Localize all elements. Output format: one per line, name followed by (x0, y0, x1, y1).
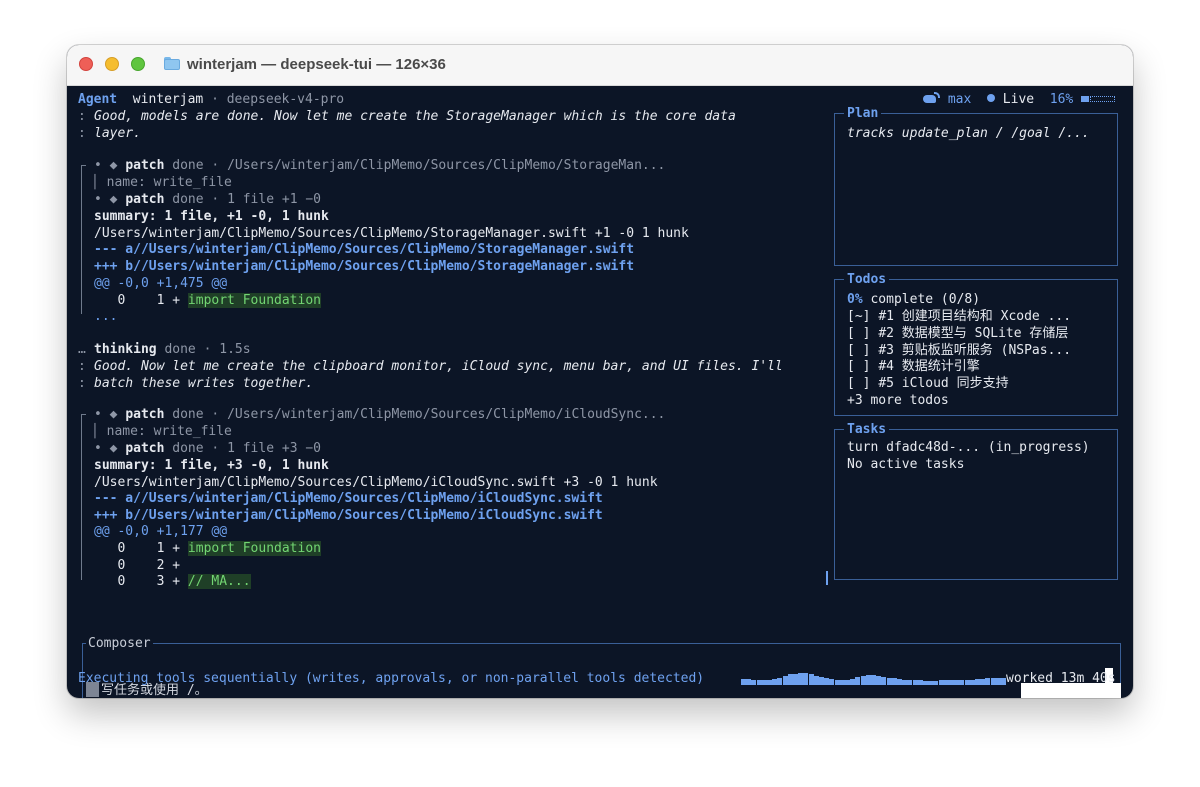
patch-file-line: /Users/winterjam/ClipMemo/Sources/ClipMe… (94, 226, 689, 241)
diff-minus-header: --- a//Users/winterjam/ClipMemo/Sources/… (94, 242, 635, 257)
header-left: Agent winterjam · deepseek-v4-pro (78, 92, 345, 107)
patch-path: /Users/winterjam/ClipMemo/Sources/ClipMe… (227, 407, 666, 422)
close-button[interactable] (79, 57, 93, 71)
header-right: max Live 16% (923, 91, 1116, 108)
plan-panel: Plan tracks update_plan / /goal /... (834, 105, 1118, 266)
tasks-panel: Tasks turn dfadc48d-... (in_progress) No… (834, 421, 1118, 580)
todos-progress: 0% complete (0/8) (847, 292, 981, 307)
mode-label: max (947, 92, 972, 107)
context-meter (1081, 96, 1116, 102)
context-percent: 16% (1049, 92, 1074, 107)
patch-header[interactable]: • ◆ patch done · /Users/winterjam/ClipMe… (94, 406, 665, 423)
whale-icon (923, 92, 940, 104)
thinking-header[interactable]: thinking done · 1.5s (94, 341, 251, 358)
diff-plus-header: +++ b//Users/winterjam/ClipMemo/Sources/… (94, 508, 603, 523)
live-dot-icon (986, 94, 995, 102)
diff-minus-header: --- a//Users/winterjam/ClipMemo/Sources/… (94, 491, 603, 506)
diff-line: 0 1 + import Foundation (94, 541, 321, 556)
todo-item: [ ] #4 数据统计引擎 (847, 359, 980, 374)
todo-item: [ ] #3 剪贴板监听服务 (NSPas... (847, 343, 1072, 358)
diff-hunk-header: @@ -0,0 +1,177 @@ (94, 524, 228, 539)
transcript-scrollbar[interactable] (826, 571, 828, 585)
patch-header[interactable]: • ◆ patch done · /Users/winterjam/ClipMe… (94, 157, 665, 174)
message-text: batch these writes together. (94, 376, 314, 391)
todos-more: +3 more todos (847, 393, 949, 408)
patch-summary: summary: 1 file, +1 -0, 1 hunk (94, 209, 329, 224)
minimize-button[interactable] (105, 57, 119, 71)
diff-line: 0 1 + import Foundation (94, 293, 321, 308)
tool-gutter (81, 414, 82, 580)
worked-time: worked 13m 40s (1006, 671, 1116, 686)
diff-line: 0 2 + (94, 558, 181, 573)
message-text: Good. Now let me create the clipboard mo… (94, 359, 783, 374)
message-text: Good, models are done. Now let me create… (94, 109, 736, 124)
todo-item: [ ] #5 iCloud 同步支持 (847, 376, 1009, 391)
todos-panel: Todos 0% complete (0/8) [~] #1 创建项目结构和 X… (834, 271, 1118, 416)
tasks-empty: No active tasks (847, 457, 965, 472)
terminal-window: winterjam — deepseek-tui — 126×36 Agent … (67, 45, 1133, 698)
tool-gutter (81, 165, 82, 314)
zoom-button[interactable] (131, 57, 145, 71)
status-message: Executing tools sequentially (writes, ap… (78, 671, 705, 686)
todo-item: [ ] #2 数据模型与 SQLite 存储层 (847, 326, 1069, 341)
task-turn: turn dfadc48d-... (in_progress) (847, 440, 1090, 455)
diff-more: ... (94, 309, 118, 324)
folder-icon (164, 57, 180, 70)
composer-title: Composer (86, 635, 153, 652)
workspace-name: winterjam (132, 92, 204, 107)
activity-sparkline (741, 673, 1006, 685)
tasks-title: Tasks (844, 421, 890, 438)
plan-title: Plan (844, 105, 882, 122)
patch-stat: • ◆ patch done · 1 file +1 −0 (94, 192, 321, 207)
patch-stat: • ◆ patch done · 1 file +3 −0 (94, 441, 321, 456)
patch-summary: summary: 1 file, +3 -0, 1 hunk (94, 458, 329, 473)
diff-line: 0 3 + // MA... (94, 574, 251, 589)
window-title: winterjam — deepseek-tui — 126×36 (187, 56, 446, 73)
message-text: layer. (94, 126, 141, 141)
live-status: Live (1002, 92, 1035, 107)
terminal-content[interactable]: Agent winterjam · deepseek-v4-pro max Li… (78, 91, 1123, 698)
plan-text: tracks update_plan / /goal /... (847, 126, 1090, 141)
diff-plus-header: +++ b//Users/winterjam/ClipMemo/Sources/… (94, 259, 635, 274)
title-bar: winterjam — deepseek-tui — 126×36 (67, 45, 1133, 86)
todo-item: [~] #1 创建项目结构和 Xcode ... (847, 309, 1072, 324)
agent-label: Agent (78, 92, 118, 107)
diff-hunk-header: @@ -0,0 +1,475 @@ (94, 276, 228, 291)
todos-title: Todos (844, 271, 890, 288)
patch-path: /Users/winterjam/ClipMemo/Sources/ClipMe… (227, 158, 666, 173)
patch-file-line: /Users/winterjam/ClipMemo/Sources/ClipMe… (94, 475, 658, 490)
model-name: deepseek-v4-pro (226, 92, 345, 107)
